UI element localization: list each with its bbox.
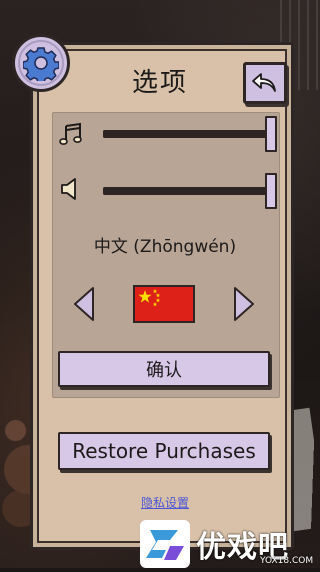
back-button[interactable] bbox=[243, 62, 287, 104]
page-title: 选项 bbox=[131, 68, 188, 98]
sound-slider-fill bbox=[103, 187, 275, 195]
triangle-left-icon bbox=[74, 287, 94, 321]
confirm-button[interactable]: 确认 bbox=[58, 351, 270, 387]
speaker-icon bbox=[58, 176, 84, 202]
music-slider-thumb[interactable] bbox=[265, 116, 277, 152]
sound-volume-slider[interactable] bbox=[103, 173, 277, 209]
music-slider-fill bbox=[103, 130, 275, 138]
gear-icon bbox=[23, 47, 59, 81]
settings-button[interactable] bbox=[12, 34, 70, 92]
restore-purchases-button[interactable]: Restore Purchases bbox=[58, 432, 270, 470]
watermark: 优戏吧 YOX18.COM bbox=[140, 520, 320, 568]
china-flag[interactable] bbox=[133, 285, 195, 323]
language-label: 中文 (Zhōngwén) bbox=[93, 237, 237, 257]
music-note-icon bbox=[58, 121, 84, 147]
prev-language-button[interactable] bbox=[73, 286, 95, 322]
undo-arrow-icon bbox=[252, 73, 276, 92]
privacy-settings-link[interactable]: 隐私设置 bbox=[90, 494, 240, 511]
watermark-logo bbox=[140, 520, 190, 568]
watermark-url: YOX18.COM bbox=[260, 556, 314, 566]
sound-slider-thumb[interactable] bbox=[265, 173, 277, 209]
triangle-right-icon bbox=[234, 287, 254, 321]
music-volume-slider[interactable] bbox=[103, 116, 277, 152]
flag-stars bbox=[138, 289, 161, 307]
next-language-button[interactable] bbox=[233, 286, 255, 322]
